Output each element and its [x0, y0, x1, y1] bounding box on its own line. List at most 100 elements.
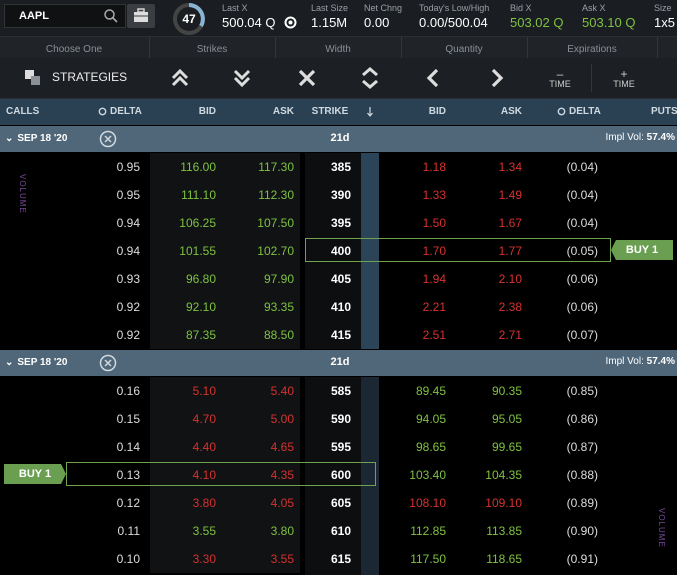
chevron-right-icon[interactable]	[484, 66, 508, 90]
col-delta[interactable]: DELTA	[110, 106, 142, 117]
buy-order-tag[interactable]: BUY 1	[4, 464, 66, 484]
put-bid[interactable]: 1.33	[380, 188, 446, 202]
option-row[interactable]: 0.93 96.80 97.90 405 1.94 2.10 (0.06)	[0, 265, 677, 293]
option-row[interactable]: 0.92 87.35 88.50 415 2.51 2.71 (0.07)	[0, 321, 677, 349]
put-bid[interactable]: 103.40	[380, 468, 446, 482]
call-bid[interactable]: 111.10	[150, 188, 216, 202]
call-bid[interactable]: 101.55	[150, 244, 216, 258]
call-bid[interactable]: 87.35	[150, 328, 216, 342]
option-row[interactable]: 0.92 92.10 93.35 410 2.21 2.38 (0.06)	[0, 293, 677, 321]
call-bid[interactable]: 4.70	[150, 412, 216, 426]
option-row[interactable]: 0.94 106.25 107.50 395 1.50 1.67 (0.04)	[0, 209, 677, 237]
col-strike[interactable]: STRIKE	[305, 106, 355, 117]
call-ask[interactable]: 102.70	[226, 244, 294, 258]
put-ask[interactable]: 90.35	[456, 384, 522, 398]
expand-icon[interactable]	[358, 66, 382, 90]
put-ask[interactable]: 2.38	[456, 300, 522, 314]
close-circle-icon[interactable]	[99, 130, 117, 148]
call-bid[interactable]: 3.80	[150, 496, 216, 510]
call-ask[interactable]: 117.30	[226, 160, 294, 174]
briefcase-button[interactable]	[127, 4, 155, 28]
col-put-delta[interactable]: DELTA	[569, 106, 601, 117]
put-ask[interactable]: 2.71	[456, 328, 522, 342]
col-bid[interactable]: BID	[150, 106, 216, 117]
col-puts[interactable]: PUTS	[651, 106, 677, 117]
impl-vol: Impl Vol: 57.4%	[606, 132, 676, 143]
call-bid[interactable]: 106.25	[150, 216, 216, 230]
put-ask[interactable]: 104.35	[456, 468, 522, 482]
call-ask[interactable]: 93.35	[226, 300, 294, 314]
call-ask[interactable]: 97.90	[226, 272, 294, 286]
call-bid[interactable]: 3.55	[150, 524, 216, 538]
option-row[interactable]: 0.95 111.10 112.30 390 1.33 1.49 (0.04)	[0, 181, 677, 209]
put-bid[interactable]: 2.51	[380, 328, 446, 342]
put-ask[interactable]: 99.65	[456, 440, 522, 454]
strategies-button[interactable]: STRATEGIES	[20, 66, 130, 90]
call-bid[interactable]: 96.80	[150, 272, 216, 286]
call-bid[interactable]: 4.40	[150, 440, 216, 454]
symbol-input[interactable]: AAPL	[4, 4, 126, 28]
option-row[interactable]: 0.15 4.70 5.00 590 94.05 95.05 (0.86)	[0, 405, 677, 433]
close-circle-icon[interactable]	[99, 354, 117, 372]
call-ask[interactable]: 107.50	[226, 216, 294, 230]
impl-vol-label: Impl Vol:	[605, 132, 644, 143]
call-bid[interactable]: 5.10	[150, 384, 216, 398]
call-ask[interactable]: 112.30	[226, 188, 294, 202]
call-ask[interactable]: 3.55	[226, 552, 294, 566]
call-delta: 0.12	[116, 496, 140, 510]
put-ask[interactable]: 113.85	[456, 524, 522, 538]
call-ask[interactable]: 5.40	[226, 384, 294, 398]
call-bid[interactable]: 3.30	[150, 552, 216, 566]
put-ask[interactable]: 109.10	[456, 496, 522, 510]
close-x-icon[interactable]	[295, 66, 319, 90]
search-icon[interactable]	[103, 8, 119, 24]
put-ask[interactable]: 1.49	[456, 188, 522, 202]
put-delta: (0.86)	[566, 412, 598, 426]
time-minus-button[interactable]: – TIME	[540, 68, 580, 89]
put-bid[interactable]: 1.94	[380, 272, 446, 286]
put-ask[interactable]: 1.67	[456, 216, 522, 230]
option-row[interactable]: 0.12 3.80 4.05 605 108.10 109.10 (0.89)	[0, 489, 677, 517]
col-put-bid[interactable]: BID	[380, 106, 446, 117]
call-delta: 0.14	[116, 440, 140, 454]
call-ask[interactable]: 4.05	[226, 496, 294, 510]
expiration-date-text: SEP 18 '20	[17, 133, 68, 144]
put-bid[interactable]: 1.18	[380, 160, 446, 174]
call-ask[interactable]: 88.50	[226, 328, 294, 342]
option-row[interactable]: 0.95 116.00 117.30 385 1.18 1.34 (0.04)	[0, 153, 677, 181]
col-calls[interactable]: CALLS	[6, 106, 39, 117]
option-row[interactable]: 0.10 3.30 3.55 615 117.50 118.65 (0.91)	[0, 545, 677, 573]
call-ask[interactable]: 5.00	[226, 412, 294, 426]
put-bid[interactable]: 89.45	[380, 384, 446, 398]
col-put-ask[interactable]: ASK	[456, 106, 522, 117]
buy-order-tag[interactable]: BUY 1	[611, 240, 673, 260]
chevrons-down-icon[interactable]	[230, 66, 254, 90]
expiration-date-text: SEP 18 '20	[17, 357, 68, 368]
put-bid[interactable]: 98.65	[380, 440, 446, 454]
put-bid[interactable]: 112.85	[380, 524, 446, 538]
put-ask[interactable]: 118.65	[456, 552, 522, 566]
option-row[interactable]: 0.14 4.40 4.65 595 98.65 99.65 (0.87)	[0, 433, 677, 461]
option-row[interactable]: 0.16 5.10 5.40 585 89.45 90.35 (0.85)	[0, 377, 677, 405]
quote-label-bid: Bid X	[510, 3, 532, 13]
call-ask[interactable]: 3.80	[226, 524, 294, 538]
call-bid[interactable]: 116.00	[150, 160, 216, 174]
put-bid[interactable]: 1.50	[380, 216, 446, 230]
chevrons-up-icon[interactable]	[168, 66, 192, 90]
option-row[interactable]: 0.11 3.55 3.80 610 112.85 113.85 (0.90)	[0, 517, 677, 545]
put-ask[interactable]: 1.34	[456, 160, 522, 174]
put-bid[interactable]: 117.50	[380, 552, 446, 566]
put-ask[interactable]: 2.10	[456, 272, 522, 286]
call-delta: 0.10	[116, 552, 140, 566]
col-ask[interactable]: ASK	[226, 106, 294, 117]
put-bid[interactable]: 94.05	[380, 412, 446, 426]
put-ask[interactable]: 95.05	[456, 412, 522, 426]
chevron-left-icon[interactable]	[422, 66, 446, 90]
put-bid[interactable]: 108.10	[380, 496, 446, 510]
sort-icon[interactable]	[366, 106, 374, 117]
put-bid[interactable]: 2.21	[380, 300, 446, 314]
call-bid[interactable]: 92.10	[150, 300, 216, 314]
call-delta: 0.95	[116, 188, 140, 202]
call-ask[interactable]: 4.65	[226, 440, 294, 454]
time-plus-button[interactable]: + TIME	[604, 68, 644, 89]
